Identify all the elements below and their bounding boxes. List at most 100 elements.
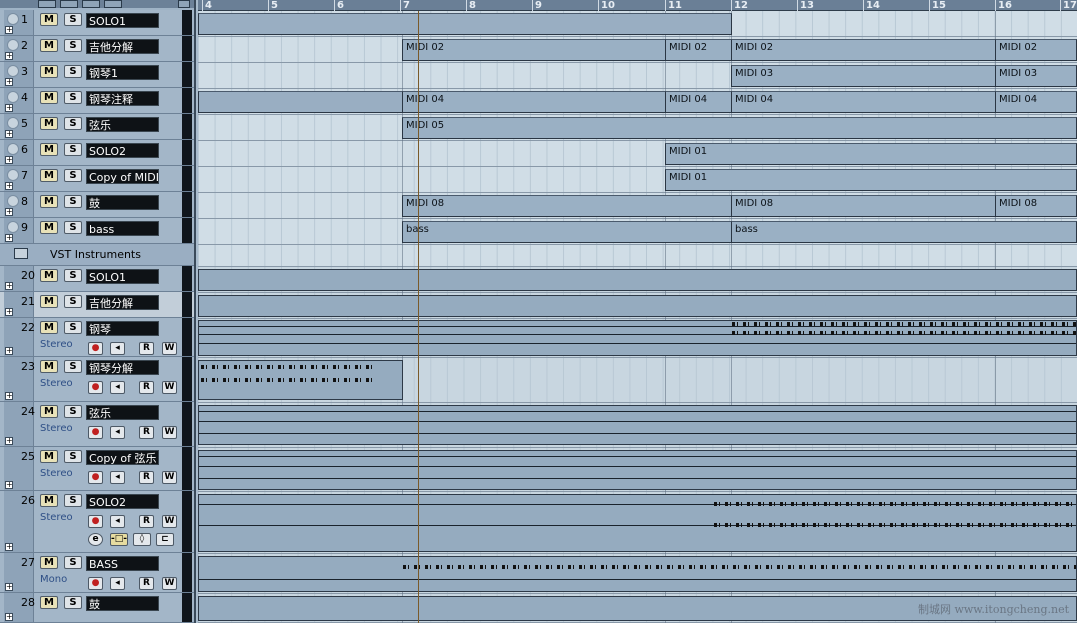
midi-part[interactable]: MIDI 05 [402, 117, 1077, 139]
track-row-7[interactable]: 7+ M S Copy of MIDI 0 [0, 166, 194, 192]
read-automation-button[interactable]: R [139, 342, 154, 355]
expand-icon[interactable]: + [5, 481, 13, 489]
expand-icon[interactable]: + [5, 234, 13, 242]
read-automation-button[interactable]: R [139, 515, 154, 528]
solo-button[interactable]: S [64, 195, 82, 208]
midi-part[interactable]: bass [731, 221, 1077, 243]
track-row-8[interactable]: 8 + M S 鼓 [0, 192, 194, 218]
write-automation-button[interactable]: W [162, 381, 177, 394]
audio-event[interactable] [198, 450, 1077, 490]
midi-part[interactable]: MIDI 08 [995, 195, 1077, 217]
mute-button[interactable]: M [40, 494, 58, 507]
mute-button[interactable]: M [40, 221, 58, 234]
mute-button[interactable]: M [40, 169, 58, 182]
track-row-28[interactable]: 28 + M S 鼓 [0, 593, 194, 623]
track-row-26[interactable]: 26 + M S SOLO2 Stereo ● ◂ R W e -□- ◊ ⊏ [0, 491, 194, 553]
insert-bypass-icon[interactable]: -□- [110, 533, 128, 546]
track-name[interactable]: 鼓 [86, 596, 159, 611]
timeline-ruler[interactable]: 4 5 6 7 8 9 10 11 12 13 14 15 16 17 [198, 0, 1077, 11]
midi-part[interactable]: MIDI 04 [731, 91, 996, 113]
read-automation-button[interactable]: R [139, 426, 154, 439]
track-name[interactable]: 弦乐 [86, 117, 159, 132]
folder-icon[interactable] [14, 248, 28, 259]
eq-bypass-icon[interactable]: ◊ [133, 533, 151, 546]
record-enable-button[interactable]: ● [88, 577, 103, 590]
expand-icon[interactable]: + [5, 347, 13, 355]
track-name[interactable]: SOLO2 [86, 494, 159, 509]
midi-part[interactable] [198, 13, 732, 35]
read-automation-button[interactable]: R [139, 577, 154, 590]
mute-button[interactable]: M [40, 556, 58, 569]
record-enable-button[interactable]: ● [88, 342, 103, 355]
audio-event[interactable] [198, 494, 1077, 552]
track-name[interactable]: 钢琴 [86, 321, 159, 336]
toolbar-button[interactable] [60, 0, 78, 8]
folder-track-vst-instruments[interactable]: VST Instruments [0, 244, 194, 266]
expand-icon[interactable]: + [5, 26, 13, 34]
expand-icon[interactable]: + [5, 208, 13, 216]
track-name[interactable]: 吉他分解 [86, 295, 159, 310]
mute-button[interactable]: M [40, 195, 58, 208]
track-name[interactable]: 吉他分解 [86, 39, 159, 54]
midi-part[interactable]: MIDI 04 [402, 91, 666, 113]
solo-button[interactable]: S [64, 169, 82, 182]
solo-button[interactable]: S [64, 450, 82, 463]
solo-button[interactable]: S [64, 321, 82, 334]
playback-cursor[interactable] [418, 11, 419, 623]
track-name[interactable]: 弦乐 [86, 405, 159, 420]
track-name[interactable]: SOLO2 [86, 143, 159, 158]
midi-part[interactable]: MIDI 03 [731, 65, 996, 87]
track-row-23[interactable]: 23 + M S 钢琴分解 Stereo ● ◂ R W [0, 357, 194, 402]
toolbar-button[interactable] [104, 0, 122, 8]
mute-button[interactable]: M [40, 39, 58, 52]
track-row-2[interactable]: 2 + M S 吉他分解 [0, 36, 194, 62]
mute-button[interactable]: M [40, 91, 58, 104]
solo-button[interactable]: S [64, 269, 82, 282]
solo-button[interactable]: S [64, 143, 82, 156]
lane-folder[interactable] [198, 245, 1077, 267]
midi-part[interactable]: MIDI 02 [402, 39, 666, 61]
track-row-27[interactable]: 27 + M S BASS Mono ● ◂ R W [0, 553, 194, 593]
monitor-button[interactable]: ◂ [110, 515, 125, 528]
write-automation-button[interactable]: W [162, 426, 177, 439]
mute-button[interactable]: M [40, 65, 58, 78]
solo-button[interactable]: S [64, 117, 82, 130]
midi-part[interactable]: MIDI 01 [665, 169, 1077, 191]
midi-part[interactable]: MIDI 04 [665, 91, 732, 113]
track-row-4[interactable]: 4 + M S 钢琴注释 [0, 88, 194, 114]
solo-button[interactable]: S [64, 91, 82, 104]
expand-icon[interactable]: + [5, 156, 13, 164]
track-name[interactable]: Copy of MIDI 0 [86, 169, 159, 184]
midi-part[interactable]: MIDI 02 [665, 39, 732, 61]
track-row-5[interactable]: 5 + M S 弦乐 [0, 114, 194, 140]
track-row-9[interactable]: 9 + M S bass [0, 218, 194, 244]
solo-button[interactable]: S [64, 65, 82, 78]
midi-part[interactable] [198, 91, 403, 113]
track-row-6[interactable]: 6 + M S SOLO2 [0, 140, 194, 166]
track-row-1[interactable]: 1 + M S SOLO1 [0, 10, 194, 36]
read-automation-button[interactable]: R [139, 471, 154, 484]
audio-event[interactable] [198, 320, 1077, 356]
toolbar-button[interactable] [38, 0, 56, 8]
mute-button[interactable]: M [40, 360, 58, 373]
track-row-20[interactable]: 20 + M S SOLO1 [0, 266, 194, 292]
record-enable-button[interactable]: ● [88, 426, 103, 439]
midi-part[interactable]: MIDI 08 [402, 195, 732, 217]
arrange-window[interactable]: MIDI 02 MIDI 02 MIDI 02 MIDI 02 MIDI 03 … [198, 11, 1077, 623]
track-name[interactable]: 鼓 [86, 195, 159, 210]
solo-button[interactable]: S [64, 221, 82, 234]
expand-icon[interactable]: + [5, 282, 13, 290]
write-automation-button[interactable]: W [162, 515, 177, 528]
solo-button[interactable]: S [64, 13, 82, 26]
solo-button[interactable]: S [64, 556, 82, 569]
edit-channel-button[interactable]: e [88, 533, 103, 546]
monitor-button[interactable]: ◂ [110, 342, 125, 355]
expand-icon[interactable]: + [5, 78, 13, 86]
track-row-3[interactable]: 3 + M S 钢琴1 [0, 62, 194, 88]
monitor-button[interactable]: ◂ [110, 426, 125, 439]
monitor-button[interactable]: ◂ [110, 381, 125, 394]
mute-button[interactable]: M [40, 450, 58, 463]
audio-event[interactable] [198, 360, 403, 400]
track-row-22[interactable]: 22 + M S 钢琴 Stereo ● ◂ R W [0, 318, 194, 357]
read-automation-button[interactable]: R [139, 381, 154, 394]
